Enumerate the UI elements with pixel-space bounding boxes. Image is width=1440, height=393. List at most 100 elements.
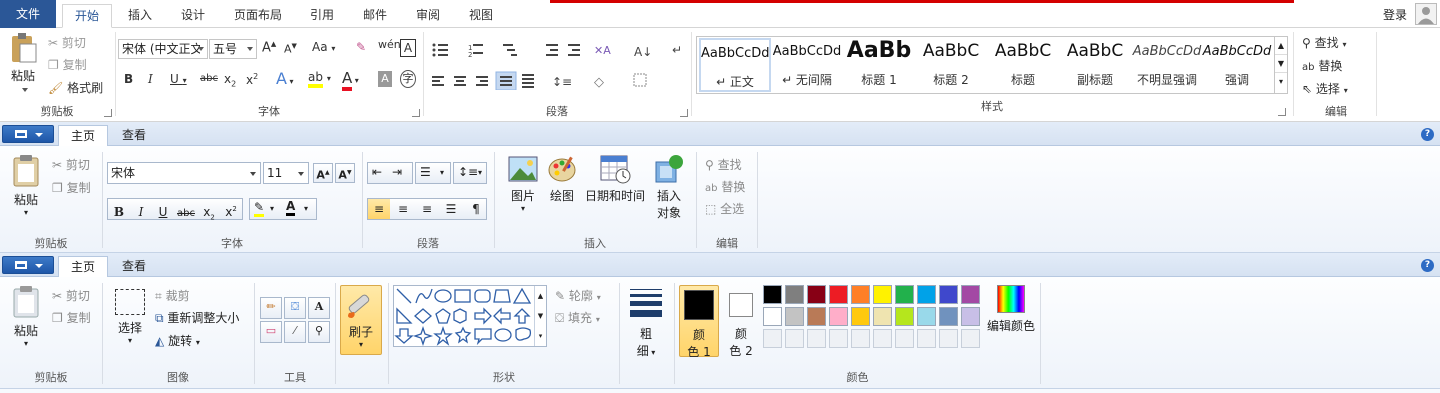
copy-button[interactable]: ❐ 复制	[48, 56, 87, 73]
resize-button[interactable]: ⧉ 重新调整大小	[155, 309, 239, 326]
rotate-button[interactable]: ◭ 旋转 ▾	[155, 332, 200, 349]
tab-mailings[interactable]: 邮件	[351, 4, 399, 28]
color-swatch[interactable]	[895, 285, 914, 304]
app-menu-button[interactable]	[2, 125, 54, 143]
tab-home[interactable]: 主页	[58, 256, 109, 278]
font-color-icon[interactable]: A	[286, 199, 296, 216]
char-shading-icon[interactable]: A	[378, 71, 392, 87]
custom-color-slot[interactable]	[763, 329, 782, 348]
paste-button[interactable]: 粘贴 ▾	[10, 154, 42, 234]
style-item[interactable]: AaBbC 标题	[987, 38, 1059, 92]
subscript-button[interactable]: x2	[198, 202, 220, 227]
color-swatch[interactable]	[763, 285, 782, 304]
style-item[interactable]: AaBbCcDd ↵ 无间隔	[771, 38, 843, 92]
change-case-button[interactable]: Aa ▾	[312, 40, 335, 54]
chevron-down-icon[interactable]: ▾	[304, 204, 308, 213]
shrink-font-button[interactable]: A▼	[335, 163, 355, 183]
style-item[interactable]: AaBbC 副标题	[1059, 38, 1131, 92]
custom-color-slot[interactable]	[961, 329, 980, 348]
color-swatch[interactable]	[895, 307, 914, 326]
color-swatch[interactable]	[917, 285, 936, 304]
align-center-icon[interactable]: ≡	[392, 199, 414, 219]
color-swatch[interactable]	[785, 307, 804, 326]
chevron-up-icon[interactable]: ▲	[1275, 37, 1287, 55]
font-name-select[interactable]: 宋体	[107, 162, 261, 184]
fill-bucket-icon[interactable]: ⛋	[284, 297, 306, 319]
grow-font-button[interactable]: A▲	[313, 163, 333, 183]
find-button[interactable]: ⚲ 查找 ▾	[1302, 34, 1346, 51]
user-avatar[interactable]	[1415, 3, 1437, 25]
color1-button[interactable]: 颜 色 1	[679, 285, 719, 359]
login-link[interactable]: 登录	[1383, 6, 1407, 23]
find-button[interactable]: ⚲ 查找	[705, 156, 742, 173]
fill-button[interactable]: ⛋ 填充 ▾	[555, 309, 600, 326]
color-swatch[interactable]	[763, 307, 782, 326]
grow-font-button[interactable]: A▲	[262, 40, 276, 55]
underline-button[interactable]: U ▾	[170, 72, 187, 86]
phonetic-guide-icon[interactable]: wén	[378, 38, 401, 51]
select-button[interactable]: 选择 ▾	[113, 289, 147, 345]
subscript-button[interactable]: x2	[224, 72, 236, 88]
increase-indent-icon[interactable]: ⇥	[392, 165, 402, 179]
clipboard-launcher-icon[interactable]	[104, 109, 112, 117]
styles-launcher-icon[interactable]	[1278, 108, 1286, 116]
superscript-button[interactable]: x2	[246, 72, 258, 87]
font-size-select[interactable]: 11	[263, 162, 309, 184]
style-item[interactable]: AaBb 标题 1	[843, 38, 915, 92]
more-icon[interactable]: ▾	[535, 326, 546, 346]
highlighter-icon[interactable]: ✎	[254, 200, 265, 217]
help-icon[interactable]: ?	[1421, 128, 1434, 141]
cut-button[interactable]: ✂ 剪切	[48, 34, 86, 51]
color-swatch[interactable]	[873, 307, 892, 326]
font-name-select[interactable]: 宋体 (中文正文	[118, 39, 208, 59]
style-item[interactable]: AaBbCcDd 不明显强调	[1131, 38, 1203, 92]
cut-button[interactable]: ✂ 剪切	[52, 156, 90, 173]
color-swatch[interactable]	[785, 285, 804, 304]
bold-button[interactable]: B	[108, 202, 130, 222]
more-icon[interactable]: ▾	[1275, 73, 1287, 91]
tab-review[interactable]: 审阅	[404, 4, 452, 28]
style-item[interactable]: AaBbC 标题 2	[915, 38, 987, 92]
color-swatch[interactable]	[917, 307, 936, 326]
char-border-icon[interactable]: A	[400, 39, 416, 57]
datetime-button[interactable]: 日期和时间	[583, 154, 647, 204]
replace-button[interactable]: ab 替换	[705, 178, 745, 195]
font-color-button[interactable]: A ▾	[342, 69, 359, 91]
styles-gallery[interactable]: AaBbCcDd ↵ 正文 AaBbCcDd ↵ 无间隔 AaBb 标题 1 AaBb…	[696, 36, 1288, 94]
clear-format-icon[interactable]: ✎	[356, 40, 366, 54]
custom-color-slot[interactable]	[917, 329, 936, 348]
color-swatch[interactable]	[807, 307, 826, 326]
chevron-down-icon[interactable]: ▼	[1275, 55, 1287, 73]
custom-color-slot[interactable]	[785, 329, 804, 348]
superscript-button[interactable]: x2	[220, 199, 242, 222]
shapes-scrollbar[interactable]: ▲ ▼ ▾	[534, 286, 546, 346]
custom-color-slot[interactable]	[807, 329, 826, 348]
outline-button[interactable]: ✎ 轮廓 ▾	[555, 287, 601, 304]
italic-button[interactable]: I	[130, 202, 152, 222]
color2-button[interactable]: 颜 色 2	[723, 285, 759, 358]
chevron-down-icon[interactable]: ▼	[535, 306, 546, 326]
align-right-icon[interactable]: ≡	[416, 199, 438, 219]
color-swatch[interactable]	[873, 285, 892, 304]
paste-button[interactable]: 粘贴	[8, 32, 42, 92]
color-swatch[interactable]	[939, 307, 958, 326]
app-menu-button[interactable]	[2, 256, 54, 274]
tab-view[interactable]: 视图	[457, 4, 505, 28]
color-swatch[interactable]	[851, 285, 870, 304]
tab-view[interactable]: 查看	[110, 125, 158, 147]
paint-drawing-button[interactable]: 绘图	[545, 154, 579, 204]
custom-color-slot[interactable]	[829, 329, 848, 348]
pencil-icon[interactable]: ✏	[260, 297, 282, 319]
custom-color-slot[interactable]	[873, 329, 892, 348]
help-icon[interactable]: ?	[1421, 259, 1434, 272]
color-swatch[interactable]	[829, 285, 848, 304]
color-swatch[interactable]	[807, 285, 826, 304]
highlight-button[interactable]: ab ▾	[308, 70, 331, 88]
crop-button[interactable]: ⌗ 裁剪	[155, 287, 190, 304]
style-item[interactable]: AaBbCcDd 强调	[1201, 38, 1273, 92]
paragraph-settings-icon[interactable]: ¶	[466, 199, 486, 219]
color-swatch[interactable]	[961, 285, 980, 304]
font-size-select[interactable]: 五号	[209, 39, 257, 59]
size-button[interactable]: 粗 细 ▾	[622, 285, 670, 365]
line-spacing-button[interactable]: ↕≡ ▾	[453, 162, 487, 184]
